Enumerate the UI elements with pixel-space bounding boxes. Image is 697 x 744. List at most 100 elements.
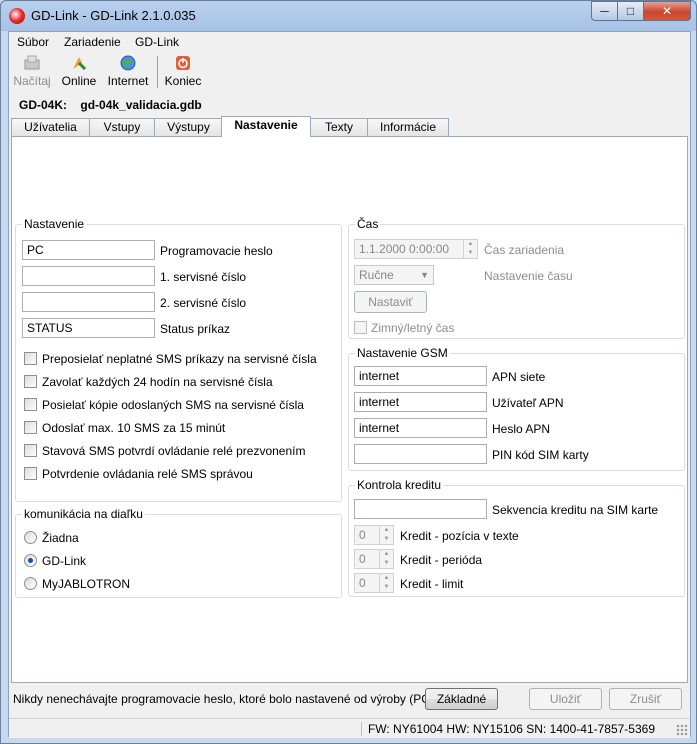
power-icon xyxy=(176,56,190,70)
apn-input[interactable]: internet xyxy=(354,366,487,386)
load-button[interactable]: Načítaj xyxy=(13,54,51,88)
credit-group-title: Kontrola kreditu xyxy=(355,478,444,492)
service-number-2-input[interactable] xyxy=(22,292,155,312)
tab-texts[interactable]: Texty xyxy=(310,118,368,137)
load-label: Načítaj xyxy=(13,74,51,88)
device-time-value: 1.1.2000 0:00:00 xyxy=(359,242,450,256)
spinner-arrows-icon: ▲ ▼ xyxy=(379,574,393,592)
firmware-status: FW: NY61004 HW: NY15106 SN: 1400-41-7857… xyxy=(360,722,655,736)
sim-pin-input[interactable] xyxy=(354,444,487,464)
apn-user-input[interactable]: internet xyxy=(354,392,487,412)
programming-password-label: Programovacie heslo xyxy=(160,244,273,258)
credit-group: Kontrola kreditu Sekvencia kreditu na SI… xyxy=(348,478,685,597)
resize-grip-icon[interactable] xyxy=(676,724,688,736)
gsm-group: Nastavenie GSM internet APN siete intern… xyxy=(348,346,685,471)
exit-button[interactable]: Koniec xyxy=(163,54,203,88)
online-icon xyxy=(73,57,87,71)
send-copies-label: Posielať kópie odoslaných SMS na servisn… xyxy=(42,398,304,412)
status-command-label: Status príkaz xyxy=(160,322,231,336)
chevron-down-icon: ▼ xyxy=(420,270,429,280)
discard-button: Zrušiť xyxy=(609,688,682,710)
time-group-title: Čas xyxy=(355,217,381,231)
toolbar-separator xyxy=(157,56,158,88)
dst-label: Zimný/letný čas xyxy=(371,321,455,335)
window-title: GD-Link - GD-Link 2.1.0.035 xyxy=(31,8,196,23)
remote-none-radio[interactable] xyxy=(24,531,37,544)
remote-myjablotron-radio[interactable] xyxy=(24,577,37,590)
status-command-input[interactable]: STATUS xyxy=(22,318,155,338)
menu-bar: Súbor Zariadenie GD-Link xyxy=(9,32,690,52)
remote-group: komunikácia na diaľku Žiadna GD-Link MyJ… xyxy=(15,507,342,598)
relay-confirm-sms-checkbox[interactable] xyxy=(24,467,37,480)
toolbar: Načítaj Online Internet Koniec xyxy=(9,52,690,94)
service-number-1-input[interactable] xyxy=(22,266,155,286)
apn-password-input[interactable]: internet xyxy=(354,418,487,438)
remote-gdlink-label: GD-Link xyxy=(42,554,87,568)
close-button[interactable]: ✕ xyxy=(643,1,691,21)
app-logo-icon xyxy=(9,8,25,24)
credit-position-label: Kredit - pozícia v texte xyxy=(400,529,519,543)
max-sms-label: Odoslať max. 10 SMS za 15 minút xyxy=(42,421,226,435)
tab-information[interactable]: Informácie xyxy=(367,118,449,137)
menu-file[interactable]: Súbor xyxy=(17,35,49,49)
relay-confirm-sms-label: Potvrdenie ovládania relé SMS správou xyxy=(42,467,253,481)
remote-gdlink-radio[interactable] xyxy=(24,554,37,567)
call-every-24h-checkbox[interactable] xyxy=(24,375,37,388)
settings-group-title: Nastavenie xyxy=(22,217,87,231)
credit-limit-value: 0 xyxy=(359,576,366,590)
credit-limit-label: Kredit - limit xyxy=(400,577,464,591)
settings-panel: Nastavenie PC Programovacie heslo 1. ser… xyxy=(11,136,688,683)
internet-button[interactable]: Internet xyxy=(105,54,151,88)
send-copies-checkbox[interactable] xyxy=(24,398,37,411)
credit-period-label: Kredit - perióda xyxy=(400,553,483,567)
credit-period-value: 0 xyxy=(359,552,366,566)
forward-invalid-sms-checkbox[interactable] xyxy=(24,352,37,365)
set-time-button: Nastaviť xyxy=(354,291,427,313)
apn-label: APN siete xyxy=(492,370,546,384)
status-sms-relay-checkbox[interactable] xyxy=(24,444,37,457)
client-area: Súbor Zariadenie GD-Link Načítaj Online xyxy=(8,31,691,738)
time-mode-select: Ručne ▼ xyxy=(354,265,434,285)
apn-user-label: Užívateľ APN xyxy=(492,396,564,410)
spinner-arrows-icon: ▲ ▼ xyxy=(463,240,477,258)
tab-settings[interactable]: Nastavenie xyxy=(221,116,311,137)
service-number-2-label: 2. servisné číslo xyxy=(160,296,247,310)
maximize-button[interactable]: □ xyxy=(617,1,644,21)
remote-none-label: Žiadna xyxy=(42,531,79,545)
device-time-input: 1.1.2000 0:00:00 ▲ ▼ xyxy=(354,239,478,259)
exit-label: Koniec xyxy=(164,74,202,88)
settings-group: Nastavenie PC Programovacie heslo 1. ser… xyxy=(15,217,342,502)
spinner-arrows-icon: ▲ ▼ xyxy=(379,550,393,568)
service-number-1-label: 1. servisné číslo xyxy=(160,270,247,284)
menu-gdlink[interactable]: GD-Link xyxy=(135,35,179,49)
tab-users[interactable]: Užívatelia xyxy=(11,118,90,137)
globe-icon xyxy=(120,55,136,71)
security-note: Nikdy nenechávajte programovacie heslo, … xyxy=(13,692,438,706)
time-mode-value: Ručne xyxy=(359,268,394,282)
title-bar[interactable]: GD-Link - GD-Link 2.1.0.035 ─ □ ✕ xyxy=(1,1,696,31)
device-time-label: Čas zariadenia xyxy=(484,243,565,257)
online-label: Online xyxy=(61,74,97,88)
dst-checkbox xyxy=(354,321,367,334)
spinner-arrows-icon: ▲ ▼ xyxy=(379,526,393,544)
credit-period-spinner[interactable]: 0 ▲ ▼ xyxy=(354,549,394,569)
forward-invalid-sms-label: Preposielať neplatné SMS príkazy na serv… xyxy=(42,352,317,366)
credit-limit-spinner[interactable]: 0 ▲ ▼ xyxy=(354,573,394,593)
status-sms-relay-label: Stavová SMS potvrdí ovládanie relé prezv… xyxy=(42,444,306,458)
credit-position-spinner[interactable]: 0 ▲ ▼ xyxy=(354,525,394,545)
credit-sequence-input[interactable] xyxy=(354,499,487,519)
minimize-button[interactable]: ─ xyxy=(591,1,618,21)
time-mode-label: Nastavenie času xyxy=(484,269,573,283)
tab-outputs[interactable]: Výstupy xyxy=(154,118,223,137)
save-button: Uložiť xyxy=(529,688,602,710)
programming-password-input[interactable]: PC xyxy=(22,240,155,260)
tab-inputs[interactable]: Vstupy xyxy=(89,118,155,137)
sim-pin-label: PIN kód SIM karty xyxy=(492,448,589,462)
status-bar: FW: NY61004 HW: NY15106 SN: 1400-41-7857… xyxy=(9,718,690,738)
menu-device[interactable]: Zariadenie xyxy=(64,35,121,49)
default-button[interactable]: Základné xyxy=(425,688,498,710)
apn-password-label: Heslo APN xyxy=(492,422,551,436)
time-group: Čas 1.1.2000 0:00:00 ▲ ▼ Čas zariadenia R… xyxy=(348,217,685,339)
max-sms-checkbox[interactable] xyxy=(24,421,37,434)
online-button[interactable]: Online xyxy=(59,54,99,88)
